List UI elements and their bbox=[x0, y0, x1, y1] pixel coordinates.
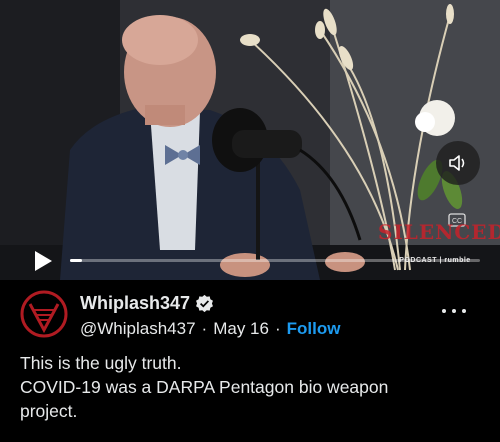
avatar[interactable] bbox=[20, 290, 68, 338]
more-dot bbox=[452, 309, 456, 313]
video-progress-fill bbox=[70, 259, 83, 262]
separator-dot: · bbox=[201, 319, 208, 338]
avatar-logo-icon bbox=[20, 290, 68, 338]
video-progress-bar[interactable] bbox=[70, 259, 480, 262]
video-player[interactable]: CC SILENCED PODCAST | rumble bbox=[0, 0, 500, 280]
post-text: This is the ugly truth. COVID-19 was a D… bbox=[20, 351, 480, 423]
handle[interactable]: @Whiplash437 bbox=[80, 319, 196, 339]
play-button[interactable] bbox=[30, 248, 56, 274]
display-name[interactable]: Whiplash347 bbox=[80, 293, 190, 314]
handle-row: @Whiplash437 · May 16 · Follow bbox=[80, 319, 340, 339]
verified-badge-icon bbox=[196, 294, 213, 313]
post-date[interactable]: May 16 bbox=[213, 319, 269, 339]
speaker-icon bbox=[449, 155, 465, 171]
post-text-line: This is the ugly truth. bbox=[20, 353, 182, 373]
author-name-row: Whiplash347 bbox=[80, 293, 214, 314]
more-dot bbox=[462, 309, 466, 313]
more-options-icon[interactable] bbox=[442, 305, 466, 317]
watermark-title: SILENCED bbox=[378, 220, 500, 244]
post-text-line: project. bbox=[20, 401, 78, 421]
play-icon bbox=[35, 251, 52, 271]
more-dot bbox=[442, 309, 446, 313]
follow-button[interactable]: Follow bbox=[287, 319, 341, 339]
volume-button[interactable] bbox=[436, 141, 480, 185]
separator-dot-2: · bbox=[274, 319, 281, 338]
post-text-line: COVID-19 was a DARPA Pentagon bio weapon bbox=[20, 377, 389, 397]
